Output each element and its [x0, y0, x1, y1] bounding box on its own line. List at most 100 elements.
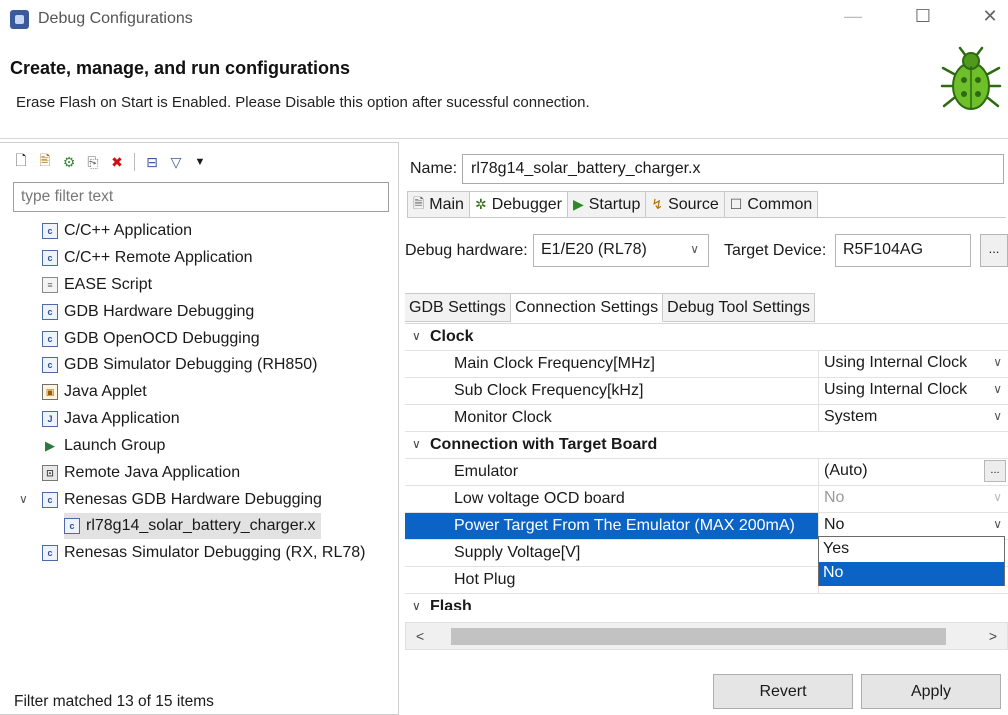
view-menu-icon[interactable]: ▼ — [191, 153, 209, 171]
tree-item-rl78g14-config[interactable]: c rl78g14_solar_battery_charger.x — [64, 513, 322, 539]
property-value-select[interactable]: Using Internal Clock ∨ — [818, 378, 1008, 404]
tab-debugger[interactable]: ✲ Debugger — [469, 191, 568, 218]
debug-bug-icon — [940, 46, 1002, 110]
tab-source[interactable]: ↯ Source — [646, 191, 725, 218]
tree-item-label: Renesas Simulator Debugging (RX, RL78) — [64, 544, 366, 561]
common-tab-icon: ☐ — [729, 196, 743, 212]
source-tab-icon: ↯ — [651, 196, 664, 212]
horizontal-scrollbar[interactable]: < > — [405, 622, 1008, 650]
chevron-down-icon[interactable]: ∨ — [412, 599, 421, 610]
chevron-down-icon: ∨ — [993, 409, 1002, 423]
collapse-all-icon[interactable]: ⊟ — [143, 153, 161, 171]
property-key: Power Target From The Emulator (MAX 200m… — [405, 513, 818, 539]
eclipse-debug-icon — [10, 10, 29, 29]
apply-button[interactable]: Apply — [861, 674, 1001, 709]
target-device-input[interactable]: R5F104AG — [835, 234, 971, 267]
property-value: No — [824, 516, 845, 533]
tree-item-c-remote-application[interactable]: c C/C++ Remote Application — [42, 245, 253, 271]
scroll-thumb[interactable] — [451, 628, 946, 645]
tab-connection-settings[interactable]: Connection Settings — [510, 293, 664, 322]
tree-item-gdb-openocd[interactable]: c GDB OpenOCD Debugging — [42, 326, 260, 352]
category-label: Connection with Target Board — [430, 436, 658, 453]
duplicate-icon[interactable]: ⎘ — [84, 153, 102, 171]
filter-icon[interactable]: ▽ — [167, 153, 185, 171]
property-value-field[interactable]: (Auto) ... — [818, 459, 1008, 485]
tree-item-gdb-hardware[interactable]: c GDB Hardware Debugging — [42, 299, 254, 325]
chevron-down-icon[interactable]: ∨ — [412, 329, 421, 343]
c-app-icon: c — [42, 250, 58, 266]
property-value: No — [824, 489, 845, 506]
dropdown-option-yes[interactable]: Yes — [819, 538, 1004, 562]
chevron-down-icon[interactable]: ∨ — [412, 437, 421, 451]
scroll-right-icon[interactable]: > — [989, 628, 997, 644]
new-config-icon[interactable]: 🗋 — [12, 152, 30, 171]
tab-divider — [407, 217, 1006, 218]
tree-item-c-application[interactable]: c C/C++ Application — [42, 218, 192, 244]
tab-common[interactable]: ☐ Common — [724, 191, 819, 218]
revert-button[interactable]: Revert — [713, 674, 853, 709]
tree-item-label: Renesas GDB Hardware Debugging — [64, 491, 322, 508]
config-name-input[interactable]: rl78g14_solar_battery_charger.x — [462, 154, 1004, 184]
property-row[interactable]: Sub Clock Frequency[kHz] Using Internal … — [405, 378, 1008, 405]
tree-item-label: Java Applet — [64, 383, 147, 400]
category-connection[interactable]: ∨ Connection with Target Board — [405, 432, 1008, 459]
property-key: Emulator — [454, 463, 519, 480]
property-row[interactable]: Main Clock Frequency[MHz] Using Internal… — [405, 351, 1008, 378]
category-label: Clock — [430, 328, 474, 345]
toolbar-separator — [134, 153, 135, 171]
tab-gdb-settings[interactable]: GDB Settings — [405, 293, 511, 322]
c-app-icon: c — [42, 331, 58, 347]
tree-item-label: C/C++ Remote Application — [64, 249, 253, 266]
target-device-browse-button[interactable]: ... — [980, 234, 1008, 267]
tab-label: Debugger — [491, 195, 562, 213]
chevron-down-icon[interactable]: ∨ — [19, 492, 28, 506]
property-value-select[interactable]: System ∨ — [818, 405, 1008, 431]
tree-item-label: GDB Hardware Debugging — [64, 303, 255, 320]
ellipsis-button[interactable]: ... — [984, 460, 1006, 482]
tab-main[interactable]: 🗎 Main — [407, 191, 470, 218]
tab-debug-tool-settings[interactable]: Debug Tool Settings — [663, 293, 816, 322]
dropdown-option-no[interactable]: No — [819, 562, 1004, 586]
tree-item-gdb-simulator[interactable]: c GDB Simulator Debugging (RH850) — [42, 352, 317, 378]
category-clock[interactable]: ∨ Clock — [405, 324, 1008, 351]
export-config-icon[interactable]: ⚙ — [60, 153, 78, 171]
category-label: Flash — [430, 598, 472, 610]
chevron-down-icon: ∨ — [993, 517, 1002, 531]
c-app-icon: c — [42, 492, 58, 508]
minimize-icon[interactable]: — — [838, 6, 868, 27]
property-key: Supply Voltage[V] — [454, 544, 581, 561]
debug-hardware-select[interactable]: E1/E20 (RL78) ∨ — [533, 234, 709, 267]
tree-item-renesas-gdb-hardware[interactable]: c Renesas GDB Hardware Debugging — [42, 487, 322, 513]
tree-item-label: rl78g14_solar_battery_charger.x — [86, 517, 316, 534]
filter-status: Filter matched 13 of 15 items — [14, 693, 214, 710]
category-flash[interactable]: ∨ Flash — [405, 594, 1008, 610]
property-value: System — [824, 408, 878, 425]
scroll-left-icon[interactable]: < — [416, 628, 424, 644]
close-icon[interactable]: ✕ — [975, 6, 1005, 27]
c-config-icon: c — [64, 518, 80, 534]
tab-startup[interactable]: ▶ Startup — [567, 191, 647, 218]
property-key: Low voltage OCD board — [454, 490, 625, 507]
header-message: Erase Flash on Start is Enabled. Please … — [16, 94, 590, 111]
tree-item-renesas-simulator[interactable]: c Renesas Simulator Debugging (RX, RL78) — [42, 540, 365, 566]
new-prototype-icon[interactable]: 🖹 — [36, 152, 54, 171]
tree-item-java-application[interactable]: J Java Application — [42, 406, 180, 432]
tree-item-remote-java[interactable]: ⊡ Remote Java Application — [42, 460, 240, 486]
debugger-tab-icon: ✲ — [474, 196, 487, 212]
tree-item-launch-group[interactable]: ▶ Launch Group — [42, 433, 165, 459]
chevron-down-icon: ∨ — [690, 242, 699, 256]
filter-input[interactable] — [13, 182, 389, 212]
tree-item-java-applet[interactable]: ▣ Java Applet — [42, 379, 147, 405]
tree-item-label: C/C++ Application — [64, 222, 193, 239]
debug-hardware-value: E1/E20 (RL78) — [541, 241, 647, 258]
title-bar: Debug Configurations — ☐ ✕ — [0, 0, 1008, 40]
name-label: Name: — [410, 160, 458, 177]
property-value-select[interactable]: Using Internal Clock ∨ — [818, 351, 1008, 377]
property-row[interactable]: Emulator (Auto) ... — [405, 459, 1008, 486]
tree-item-ease-script[interactable]: ≡ EASE Script — [42, 272, 152, 298]
property-key: Hot Plug — [454, 571, 516, 588]
maximize-icon[interactable]: ☐ — [908, 6, 938, 27]
delete-icon[interactable]: ✖ — [108, 153, 126, 171]
property-value-select: No ∨ — [818, 486, 1008, 512]
property-row[interactable]: Monitor Clock System ∨ — [405, 405, 1008, 432]
